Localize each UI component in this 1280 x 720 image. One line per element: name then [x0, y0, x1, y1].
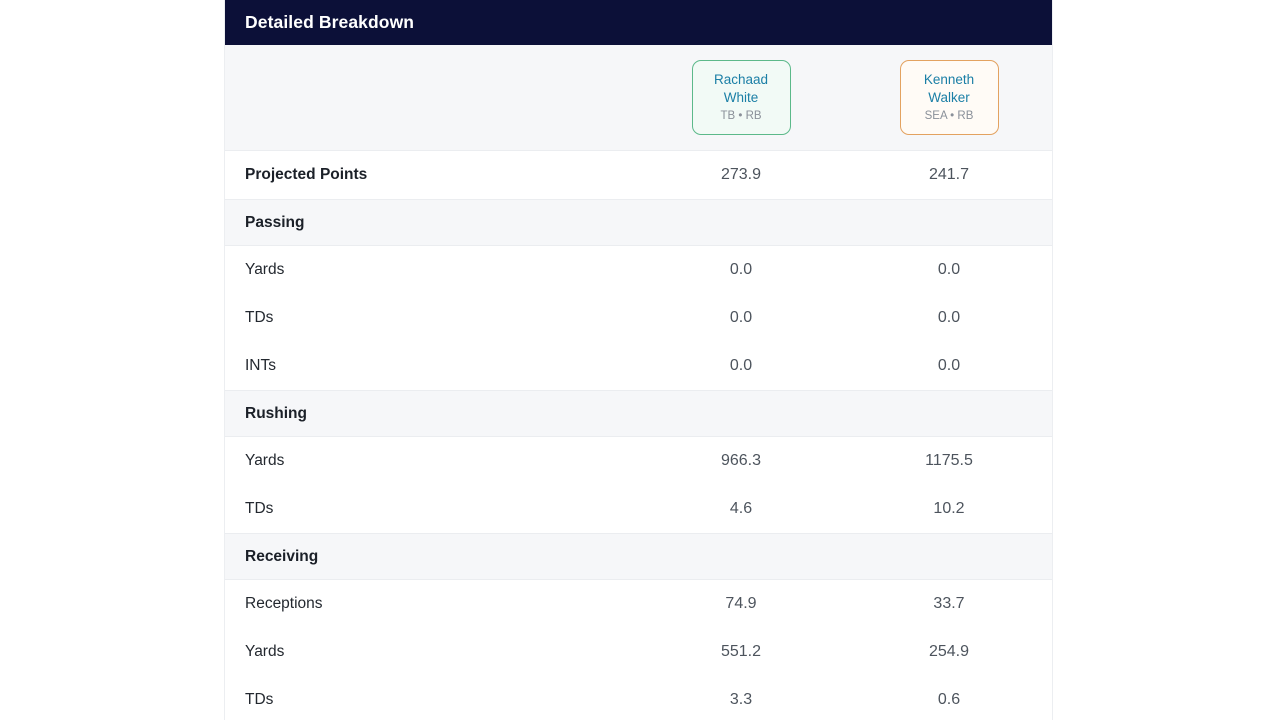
stat-label-2-1: Yards — [245, 643, 285, 660]
table-row: TDs 4.6 10.2 — [225, 485, 1052, 534]
table-row: TDs 3.3 0.6 — [225, 676, 1052, 720]
stat-value-1-1-0: 4.6 — [729, 500, 753, 517]
breakdown-table: Rachaad White TB • RB Kenneth Walker SEA • RB… — [225, 45, 1052, 720]
projected-points-value-1: 241.7 — [845, 150, 1052, 200]
player-team-position-1: SEA • RB — [924, 109, 974, 122]
player-name-last-1: Walker — [928, 89, 970, 105]
projected-points-value-0: 273.9 — [637, 150, 845, 200]
stat-value-0-1-0: 0.0 — [729, 309, 753, 326]
section-header-row-2: Receiving — [225, 533, 1052, 580]
table-row: INTs 0.0 0.0 — [225, 342, 1052, 391]
stat-value-1-0-0: 966.3 — [720, 452, 762, 469]
table-row: Yards 0.0 0.0 — [225, 246, 1052, 295]
table-row: Yards 966.3 1175.5 — [225, 437, 1052, 486]
stat-value-0-2-0: 0.0 — [729, 357, 753, 374]
section-title-2: Receiving — [225, 533, 637, 580]
stat-value-0-0-1: 0.0 — [937, 261, 961, 278]
stat-value-2-0-0: 74.9 — [725, 595, 757, 612]
stat-label-0-1: TDs — [245, 309, 274, 326]
projected-points-label: Projected Points — [225, 150, 637, 200]
section-spacer-cell-a-1 — [637, 390, 845, 437]
stat-label-2-0: Receptions — [245, 595, 323, 612]
player-team-position-0: TB • RB — [720, 109, 762, 122]
player-chip-0[interactable]: Rachaad White TB • RB — [691, 60, 791, 135]
stat-value-2-1-1: 254.9 — [928, 643, 970, 660]
detailed-breakdown-card: Detailed Breakdown Rachaad White TB • RB Ke… — [224, 0, 1053, 720]
table-row: Receptions 74.9 33.7 — [225, 580, 1052, 629]
player-header-row: Rachaad White TB • RB Kenneth Walker SEA • RB — [225, 45, 1052, 151]
stat-value-0-1-1: 0.0 — [937, 309, 961, 326]
section-spacer-cell-b-0 — [845, 199, 1052, 246]
stat-label-1-1: TDs — [245, 500, 274, 517]
section-spacer-cell-a-0 — [637, 199, 845, 246]
stat-label-0-0: Yards — [245, 261, 285, 278]
stat-value-1-0-1: 1175.5 — [925, 452, 973, 469]
stat-label-1-0: Yards — [245, 452, 285, 469]
stat-value-2-0-1: 33.7 — [933, 595, 965, 612]
stat-value-2-1-0: 551.2 — [720, 643, 762, 660]
player-name-first-1: Kenneth — [923, 72, 975, 88]
section-spacer-cell-b-2 — [845, 533, 1052, 580]
player-name-last-0: White — [723, 89, 759, 105]
card-header: Detailed Breakdown — [225, 0, 1052, 45]
section-spacer-cell-b-1 — [845, 390, 1052, 437]
page-root: Detailed Breakdown Rachaad White TB • RB Ke… — [0, 0, 1280, 720]
table-row: Yards 551.2 254.9 — [225, 628, 1052, 676]
stat-value-0-0-0: 0.0 — [729, 261, 753, 278]
breakdown-table-body: Rachaad White TB • RB Kenneth Walker SEA • RB… — [225, 45, 1052, 720]
player-header-spacer-cell — [225, 45, 637, 151]
stat-value-1-1-1: 10.2 — [933, 500, 965, 517]
section-title-0: Passing — [225, 199, 637, 246]
player-chip-1[interactable]: Kenneth Walker SEA • RB — [899, 60, 999, 135]
stat-value-2-2-1: 0.6 — [937, 691, 961, 708]
table-row: TDs 0.0 0.0 — [225, 294, 1052, 342]
section-spacer-cell-a-2 — [637, 533, 845, 580]
player-header-cell-0: Rachaad White TB • RB — [637, 45, 845, 151]
stat-label-2-2: TDs — [245, 691, 274, 708]
player-name-first-0: Rachaad — [713, 72, 769, 88]
stat-value-2-2-0: 3.3 — [729, 691, 753, 708]
stat-label-0-2: INTs — [245, 357, 276, 374]
page-title: Detailed Breakdown — [245, 12, 415, 32]
section-header-row-1: Rushing — [225, 390, 1052, 437]
projected-points-row: Projected Points 273.9 241.7 — [225, 150, 1052, 200]
player-header-cell-1: Kenneth Walker SEA • RB — [845, 45, 1052, 151]
section-title-1: Rushing — [225, 390, 637, 437]
section-header-row-0: Passing — [225, 199, 1052, 246]
stat-value-0-2-1: 0.0 — [937, 357, 961, 374]
